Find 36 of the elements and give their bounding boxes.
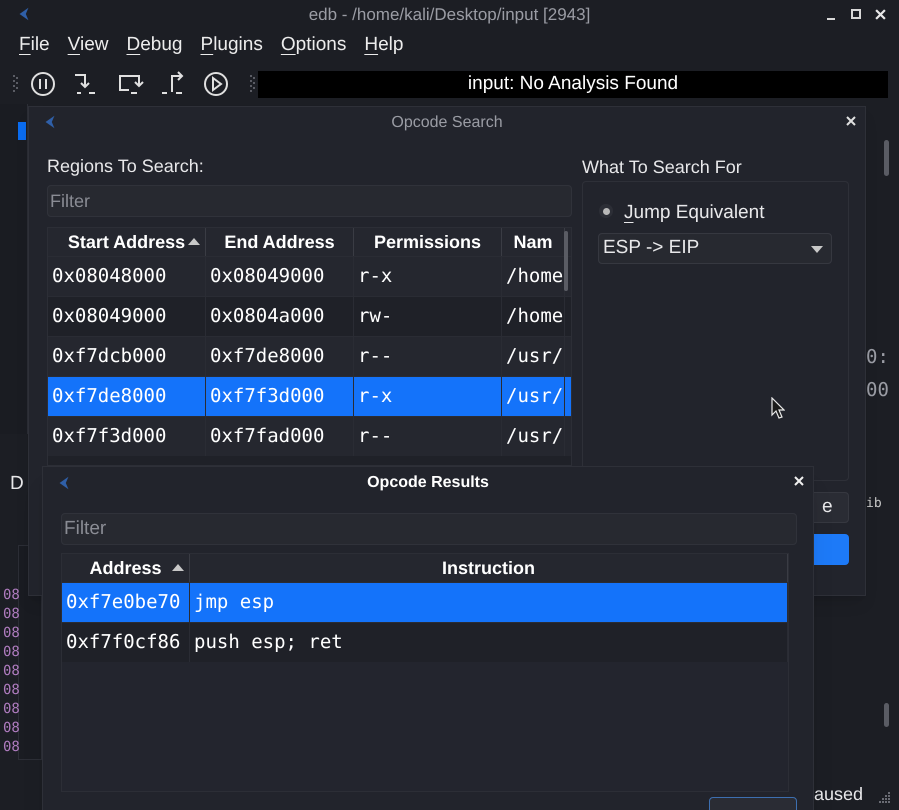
hex-text: 08	[3, 605, 20, 623]
panel-title: D	[10, 472, 24, 496]
menu-item[interactable]: Debug	[117, 30, 192, 60]
code-text: ib	[866, 495, 882, 513]
table-cell[interactable]: 0xf7fad000	[206, 417, 354, 456]
menu-item[interactable]: View	[58, 30, 118, 60]
dropdown[interactable]: ESP -> EIP	[598, 233, 832, 264]
hex-text: 08	[3, 586, 20, 604]
table-cell[interactable]: 0xf7f3d000	[48, 417, 206, 456]
analysis-bar: input: No Analysis Found	[258, 71, 888, 98]
hex-text: 08	[3, 643, 20, 661]
register-text: 00	[866, 378, 889, 403]
menu-item[interactable]: File	[10, 30, 59, 60]
menu-item[interactable]: Plugins	[192, 30, 272, 60]
hex-text: 08	[3, 700, 20, 718]
section-label: Regions To Search:	[47, 155, 204, 178]
table-cell[interactable]: r--	[354, 417, 502, 456]
table-cell[interactable]: /usr/	[502, 417, 565, 456]
table-cell[interactable]: push esp; ret	[190, 623, 788, 662]
section-label: What To Search For	[582, 156, 742, 179]
hex-text: 08	[3, 719, 20, 737]
status-text: aused	[814, 783, 864, 806]
window-title: edb - /home/kali/Desktop/input [2943]	[308, 4, 590, 26]
filter-field[interactable]: Filter	[47, 185, 572, 217]
filter-field[interactable]: Filter	[61, 513, 797, 545]
table-cell[interactable]: 0xf7f0cf86	[62, 623, 190, 662]
register-text: 0:	[866, 345, 889, 370]
hex-text: 08	[3, 624, 20, 642]
menu-item[interactable]: Help	[355, 30, 412, 60]
hex-text: 08	[3, 662, 20, 680]
dialog-title: Opcode Results	[367, 473, 489, 493]
menu-item[interactable]: Options	[272, 30, 356, 60]
hex-text: 08	[3, 681, 20, 699]
radio-label[interactable]: Jump Equivalent	[624, 199, 764, 228]
dialog-title: Opcode Search	[391, 113, 503, 133]
hex-text: 08	[3, 738, 20, 756]
